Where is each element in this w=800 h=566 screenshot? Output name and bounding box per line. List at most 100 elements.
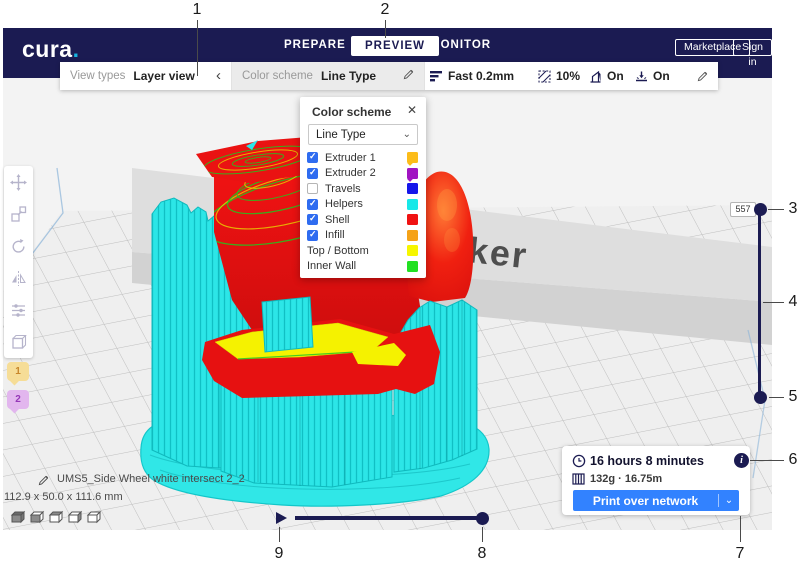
print-button-label: Print over network [573,494,718,508]
material-usage-estimate: 132g · 16.75m [590,473,662,485]
legend-row-travels: ✓ Travels [300,181,426,197]
view-types-value: Layer view [133,69,194,83]
color-scheme-popup: Color scheme ✕ Line Type ⌄ ✓ Extruder 1 … [300,97,426,278]
line-type-legend: ✓ Extruder 1 ✓ Extruder 2 ✓ Travels ✓ He… [300,150,426,274]
row-label: Shell [325,214,349,226]
callout-line-1 [197,20,198,76]
left-tool-panel [4,166,33,358]
infill-setting[interactable]: 10% [538,62,580,90]
view-types-selector[interactable]: View types Layer view ‹ [60,62,232,90]
color-swatch [407,183,418,194]
checkbox[interactable]: ✓ [307,230,318,241]
callout-line-7 [740,516,741,542]
support-tower-left [152,198,219,468]
camera-view-buttons [10,509,102,524]
simulation-slider-track[interactable] [295,516,480,520]
row-label: Inner Wall [307,260,356,272]
tab-prepare[interactable]: PREPARE [284,39,346,51]
callout-line-8 [482,527,483,542]
support-setting[interactable]: On [589,62,624,90]
extruder-2-badge[interactable]: 2 [7,390,29,409]
edit-pencil-icon[interactable] [403,67,414,85]
layer-slider-top-handle[interactable] [754,203,767,216]
per-model-settings-button[interactable] [4,294,33,326]
callout-line-6 [750,460,784,461]
color-swatch [407,261,418,272]
close-icon[interactable]: ✕ [407,103,417,117]
support-value: On [607,69,624,83]
profile-value: Fast 0.2mm [448,69,514,83]
rotate-tool-button[interactable] [4,230,33,262]
info-icon[interactable]: i [734,453,749,468]
logo-text: cura [22,36,73,62]
row-label: Helpers [325,198,363,210]
callout-number-4: 4 [786,293,800,311]
sign-in-button[interactable]: Sign in [733,39,772,56]
layer-number-box[interactable]: 557 [730,202,756,217]
checkbox[interactable]: ✓ [307,168,318,179]
row-label: Travels [325,183,361,195]
clock-icon [572,454,586,468]
callout-number-9: 9 [272,545,286,563]
color-swatch [407,230,418,241]
right-view-button[interactable] [86,509,102,524]
mirror-tool-button[interactable] [4,262,33,294]
rename-pencil-icon[interactable] [38,473,49,491]
model-dimensions: 112.9 x 50.0 x 111.6 mm [4,491,123,503]
move-icon [10,174,27,191]
tab-preview[interactable]: PREVIEW [351,36,439,56]
callout-number-5: 5 [786,388,800,406]
callout-number-8: 8 [475,545,489,563]
model-name: UMS5_Side Wheel white intersect 2_2 [57,473,245,485]
logo-dot: . [73,36,80,62]
front-view-button[interactable] [29,509,45,524]
cura-application-window: ker [0,0,800,566]
chevron-down-icon: ⌄ [403,129,411,140]
color-scheme-selector[interactable]: Color scheme Line Type [232,62,425,90]
legend-row-inner-wall: Inner Wall [300,259,426,275]
edit-pencil-icon [697,71,708,82]
simulation-slider-handle[interactable] [476,512,489,525]
edit-print-settings[interactable] [697,62,708,90]
row-label: Infill [325,229,345,241]
checkbox[interactable]: ✓ [307,199,318,210]
callout-line-5 [769,397,784,398]
layer-slider-bottom-handle[interactable] [754,391,767,404]
legend-row-extruder-2: ✓ Extruder 2 [300,166,426,182]
callout-line-4 [763,302,784,303]
simulation-play-button[interactable] [276,512,287,524]
build-plate-brand-text: ker [466,229,530,276]
move-tool-button[interactable] [4,166,33,198]
tab-monitor[interactable]: MONITOR [430,39,491,51]
layer-height-icon [430,70,443,82]
scale-icon [10,206,27,223]
support-center-box [262,297,313,352]
print-settings-summary[interactable]: Fast 0.2mm 10% On [425,62,718,90]
print-over-network-button[interactable]: Print over network ⌄ [573,490,739,511]
layer-slider-track[interactable] [758,209,761,398]
left-view-button[interactable] [67,509,83,524]
color-swatch [407,199,418,210]
extruder-1-badge[interactable]: 1 [7,362,29,381]
adhesion-setting[interactable]: On [635,62,670,90]
collapse-chevron-icon[interactable]: ‹ [216,63,221,89]
checkbox[interactable]: ✓ [307,183,318,194]
profile-setting[interactable]: Fast 0.2mm [430,62,514,90]
legend-row-shell: ✓ Shell [300,212,426,228]
checkbox[interactable]: ✓ [307,214,318,225]
checkbox[interactable]: ✓ [307,152,318,163]
cura-logo: cura. [22,36,79,63]
dropdown-value: Line Type [316,129,366,141]
color-scheme-dropdown[interactable]: Line Type ⌄ [308,124,418,145]
print-time-estimate: 16 hours 8 minutes [590,454,704,468]
top-view-button[interactable] [48,509,64,524]
dome-highlight [444,228,460,252]
color-scheme-value: Line Type [321,69,376,83]
adhesion-icon [635,70,648,83]
print-job-panel: 16 hours 8 minutes 132g · 16.75m i Print… [562,446,750,515]
scale-tool-button[interactable] [4,198,33,230]
3d-view-button[interactable] [10,509,26,524]
support-blocker-button[interactable] [4,326,33,358]
chevron-down-icon[interactable]: ⌄ [719,495,739,506]
row-label: Extruder 1 [325,152,376,164]
